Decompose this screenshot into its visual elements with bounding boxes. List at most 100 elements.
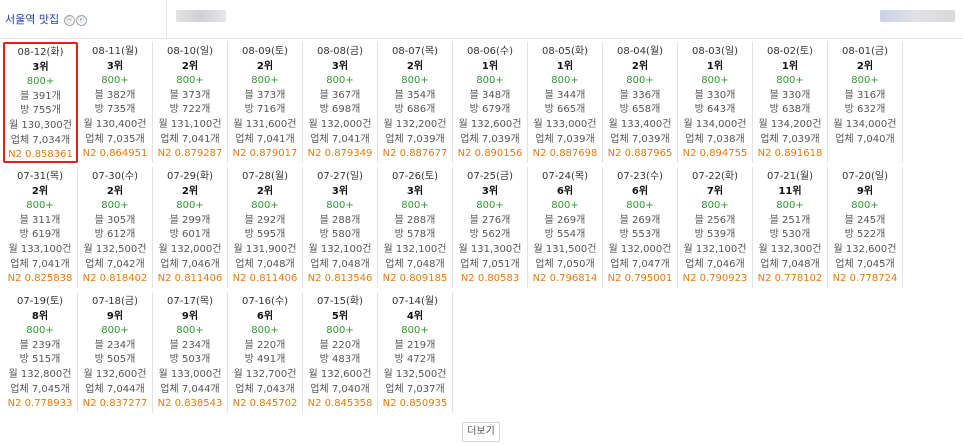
day-cafe: 방 698개: [319, 104, 361, 116]
day-date: 08-04(월): [616, 46, 664, 57]
day-cafe: 방 554개: [544, 229, 586, 241]
day-date: 08-01(금): [841, 46, 889, 57]
day-rank: 3위: [481, 185, 499, 197]
day-date: 07-18(금): [91, 296, 139, 307]
day-n2: N2 0.796814: [532, 273, 598, 285]
day-vol: 800+: [326, 325, 354, 337]
day-cell: 08-10(일) 2위 800+ 블 373개 방 722개 월 131,100건 업체 7…: [153, 42, 228, 163]
day-cell: 08-08(금) 3위 800+ 블 367개 방 698개 월 132,000건 업체 7…: [303, 42, 378, 163]
day-cell: 07-27(일) 3위 800+ 블 288개 방 580개 월 132,100건 업체 7…: [303, 167, 378, 288]
day-rank: 1위: [781, 60, 799, 72]
day-cafe: 방 658개: [619, 104, 661, 116]
day-vol: 800+: [176, 200, 204, 212]
day-monthly: 월 132,600건: [308, 368, 372, 380]
day-biz: 업체 7,034개: [10, 134, 71, 146]
day-cafe: 방 665개: [544, 104, 586, 116]
day-cell: 07-22(화) 7위 800+ 블 256개 방 539개 월 132,100건 업체 7…: [678, 167, 753, 288]
day-monthly: 월 133,400건: [608, 118, 672, 130]
day-biz: 업체 7,035개: [85, 133, 145, 145]
day-cell: 08-12(화) 3위 800+ 블 391개 방 755개 월 130,300건 업체 7…: [3, 42, 78, 163]
header-divider: [166, 0, 167, 38]
day-n2: N2 0.887965: [607, 148, 673, 160]
day-cafe: 방 522개: [844, 229, 886, 241]
day-biz: 업체 7,040개: [835, 133, 895, 145]
day-monthly: 월 132,000건: [608, 243, 672, 255]
day-cafe: 방 530개: [769, 229, 811, 241]
day-n2: N2 0.887677: [382, 148, 448, 160]
day-n2: N2 0.811406: [232, 273, 298, 285]
day-cafe: 방 686개: [394, 104, 436, 116]
day-cafe: 방 755개: [20, 105, 61, 117]
day-n2: N2 0.887698: [532, 148, 598, 160]
day-n2: N2 0.858361: [8, 149, 73, 161]
day-date: 07-22(화): [691, 171, 739, 182]
day-blog: 블 336개: [619, 89, 661, 101]
day-monthly: 월 134,000건: [683, 118, 747, 130]
day-vol: 800+: [551, 200, 579, 212]
day-vol: 800+: [476, 200, 504, 212]
day-monthly: 월 132,800건: [8, 368, 72, 380]
day-biz: 업체 7,051개: [460, 258, 520, 270]
day-n2: N2 0.825838: [7, 273, 73, 285]
day-monthly: 월 132,700건: [233, 368, 297, 380]
day-cafe: 방 612개: [94, 229, 136, 241]
day-blog: 블 239개: [19, 339, 61, 351]
more-button[interactable]: 더보기: [462, 422, 500, 442]
day-monthly: 월 133,100건: [8, 243, 72, 255]
day-cafe: 방 503개: [169, 354, 211, 366]
mobile-icon[interactable]: ⓜ: [63, 15, 75, 26]
day-monthly: 월 132,500건: [83, 243, 147, 255]
day-cell: 07-28(월) 2위 800+ 블 292개 방 595개 월 131,900건 업체 7…: [228, 167, 303, 288]
day-cafe: 방 601개: [169, 229, 211, 241]
day-vol: 800+: [476, 75, 504, 87]
day-monthly: 월 132,100건: [383, 243, 447, 255]
day-n2: N2 0.879349: [307, 148, 373, 160]
day-vol: 800+: [401, 325, 429, 337]
day-cell: 08-09(토) 2위 800+ 블 373개 방 716개 월 131,600건 업체 7…: [228, 42, 303, 163]
day-monthly: 월 132,100건: [308, 243, 372, 255]
day-rank: 2위: [631, 60, 649, 72]
day-monthly: 월 132,000건: [158, 243, 222, 255]
day-vol: 800+: [401, 200, 429, 212]
day-monthly: 월 132,600건: [83, 368, 147, 380]
day-cell: 08-03(일) 1위 800+ 블 330개 방 643개 월 134,000건 업체 7…: [678, 42, 753, 163]
day-cell: 08-06(수) 1위 800+ 블 348개 방 679개 월 132,600건 업체 7…: [453, 42, 528, 163]
day-n2: N2 0.890156: [457, 148, 523, 160]
day-cell: 08-02(토) 1위 800+ 블 330개 방 638개 월 134,200건 업체 7…: [753, 42, 828, 163]
day-n2: N2 0.809185: [382, 273, 448, 285]
day-blog: 블 245개: [844, 214, 886, 226]
day-rank: 9위: [181, 310, 199, 322]
day-n2: N2 0.795001: [607, 273, 673, 285]
day-cafe: 방 472개: [394, 354, 436, 366]
day-cafe: 방 515개: [19, 354, 61, 366]
day-biz: 업체 7,037개: [385, 383, 445, 395]
day-vol: 800+: [776, 200, 804, 212]
day-blog: 블 256개: [694, 214, 736, 226]
day-vol: 800+: [251, 325, 279, 337]
day-n2: N2 0.778724: [832, 273, 898, 285]
day-blog: 블 234개: [94, 339, 136, 351]
day-cell: 08-05(화) 1위 800+ 블 344개 방 665개 월 133,000건 업체 7…: [528, 42, 603, 163]
day-n2: N2 0.790923: [682, 273, 748, 285]
day-vol: 800+: [176, 325, 204, 337]
day-vol: 800+: [401, 75, 429, 87]
day-monthly: 월 131,300건: [458, 243, 522, 255]
day-cell: 08-04(월) 2위 800+ 블 336개 방 658개 월 133,400건 업체 7…: [603, 42, 678, 163]
day-vol: 800+: [101, 325, 129, 337]
day-cafe: 방 716개: [244, 104, 286, 116]
day-monthly: 월 132,600건: [458, 118, 522, 130]
day-monthly: 월 134,200건: [758, 118, 822, 130]
day-biz: 업체 7,046개: [160, 258, 220, 270]
day-monthly: 월 130,400건: [83, 118, 147, 130]
day-monthly: 월 134,000건: [833, 118, 897, 130]
keyword-link[interactable]: 서울역 맛집 ⓜ ⓟ: [5, 11, 87, 27]
day-biz: 업체 7,045개: [10, 383, 70, 395]
day-cell: 07-24(목) 6위 800+ 블 269개 방 554개 월 131,500건 업체 7…: [528, 167, 603, 288]
day-date: 07-15(화): [316, 296, 364, 307]
day-blog: 블 344개: [544, 89, 586, 101]
day-monthly: 월 132,100건: [683, 243, 747, 255]
day-n2: N2 0.850935: [382, 398, 448, 410]
day-rank: 2위: [106, 185, 124, 197]
pc-icon[interactable]: ⓟ: [75, 15, 87, 26]
day-cafe: 방 505개: [94, 354, 136, 366]
